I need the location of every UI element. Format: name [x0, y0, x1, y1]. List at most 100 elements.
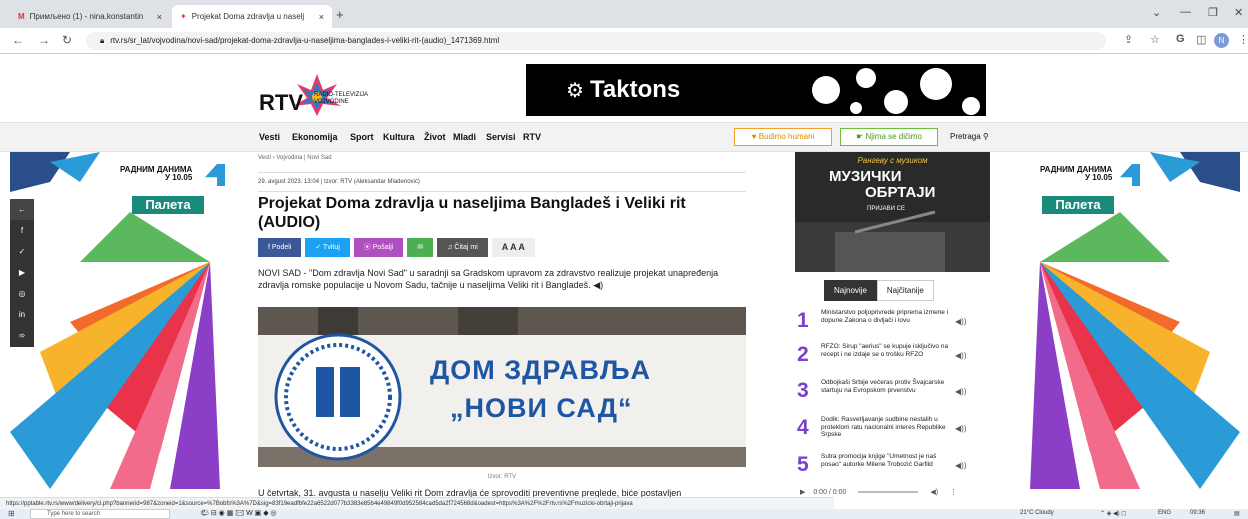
banner-main1: МУЗИЧКИ [829, 168, 902, 185]
menu-item-mladi[interactable]: Mladi [453, 132, 476, 142]
gmail-icon: M [18, 12, 25, 21]
youtube-icon[interactable]: ▶ [10, 262, 34, 283]
menu-item-servisi[interactable]: Servisi [486, 132, 516, 142]
facebook-icon[interactable]: f [10, 220, 34, 241]
notification-icon[interactable]: ▤ [1234, 510, 1240, 517]
listen-button[interactable]: ♫ Čitaj mi [437, 238, 488, 257]
share-icon[interactable]: ⇪ [1124, 33, 1133, 46]
news-title[interactable]: RFZO: Sirup "aerius" se kupuje isključiv… [821, 343, 949, 358]
news-item[interactable]: 4 Dodik: Rasvetljavanje sudbine nestalih… [795, 416, 990, 448]
speaker-icon[interactable]: ◀) [593, 280, 603, 290]
rtv-favicon-icon: ✦ [180, 12, 187, 21]
right-side-ad[interactable]: РАДНИМ ДАНИМА У 10.05 Палета [1010, 152, 1240, 489]
profile-avatar[interactable]: N [1214, 33, 1229, 48]
bookmark-star-icon[interactable]: ☆ [1150, 33, 1160, 46]
article: Vesti › Vojvodina | Novi Sad 29. avgust … [258, 152, 748, 492]
news-title[interactable]: Dodik: Rasvetljavanje sudbine nestalih u… [821, 416, 949, 439]
arrow-left-icon[interactable]: ← [10, 199, 34, 220]
article-title: Projekat Doma zdravlja u naseljima Bangl… [258, 195, 686, 231]
weather-status[interactable]: 21°C Cloudy [1020, 510, 1054, 516]
menu-kebab-icon[interactable]: ⋮ [1238, 33, 1248, 46]
close-window-button[interactable]: ✕ [1234, 6, 1243, 19]
language-indicator[interactable]: ENG [1158, 510, 1171, 516]
banner-cta[interactable]: ПРИЈАВИ СЕ [867, 206, 905, 212]
news-title[interactable]: Sutra promocija knjige "Umetnost je naš … [821, 453, 949, 468]
font-size-controls[interactable]: A A A [491, 238, 535, 257]
tab-najcitanije[interactable]: Najčitanije [876, 280, 934, 301]
search-link[interactable]: Pretraga ⚲ [950, 132, 989, 141]
budimo-humani-button[interactable]: ♥ Budimo humani [734, 128, 832, 146]
menu-item-ekonomija[interactable]: Ekonomija [292, 132, 338, 142]
windows-taskbar: ⊞ Type here to search 🌤 ⊟ ◉ ▦ ✉ W ▣ ◆ ◎ … [0, 509, 1248, 519]
taktons-banner-ad[interactable]: ⚙ Taktons [526, 64, 986, 116]
radnim-danima-label: РАДНИМ ДАНИМА У 10.05 [120, 165, 193, 182]
speaker-icon[interactable]: ◀)) [955, 461, 966, 470]
speaker-icon[interactable]: ◀)) [955, 387, 966, 396]
instagram-icon[interactable]: ◎ [10, 283, 34, 304]
left-side-ad[interactable]: РАДНИМ ДАНИМА У 10.05 Палета [10, 152, 235, 489]
share-bar: f Podeli ✓ Tvituj ⦿ Pošalji ✉ ♫ Čitaj mi… [258, 238, 535, 257]
reload-icon[interactable]: ↻ [62, 33, 72, 47]
menu-item-rtv[interactable]: RTV [523, 132, 541, 142]
news-number: 5 [797, 453, 809, 476]
article-meta: 29. avgust 2023. 13:04 | Izvor: RTV (Ale… [258, 172, 746, 192]
article-photo[interactable]: ДОМ ЗДРАВЉА „НОВИ САД“ [258, 307, 746, 467]
player-menu-icon[interactable]: ⋮ [950, 489, 957, 496]
windows-start-icon[interactable]: ⊞ [8, 509, 15, 518]
njima-se-dicimo-button[interactable]: ☛ Njima se dičimo [840, 128, 938, 146]
photo-sign-line1: ДОМ ЗДРАВЉА [430, 355, 652, 385]
speaker-icon[interactable]: ◀)) [955, 351, 966, 360]
menu-item-sport[interactable]: Sport [350, 132, 374, 142]
news-title[interactable]: Ministarstvo poljoprivrede priprema izme… [821, 309, 949, 324]
taskbar-search[interactable]: Type here to search [30, 509, 170, 519]
sidepanel-icon[interactable]: ◫ [1196, 33, 1206, 46]
email-button[interactable]: ✉ [407, 238, 434, 257]
rtv-logo-text: RTV [259, 90, 303, 115]
tweet-button[interactable]: ✓ Tvituj [305, 238, 350, 257]
rtv-logo[interactable]: RTV RADIO-TELEVIZIJA VOJVODINE [259, 72, 429, 118]
menu-item-zivot[interactable]: Život [424, 132, 446, 142]
google-icon[interactable]: G [1176, 33, 1185, 45]
taktons-logo-icon: ⚙ [566, 80, 584, 102]
news-item[interactable]: 1 Ministarstvo poljoprivrede priprema iz… [795, 309, 990, 341]
play-icon[interactable]: ▶ [800, 489, 805, 496]
news-title[interactable]: Odbojkaši Srbije večeras protiv Švajcars… [821, 379, 949, 394]
forward-icon[interactable]: → [38, 33, 50, 47]
web-page: RTV RADIO-TELEVIZIJA VOJVODINE ⚙ Taktons … [0, 54, 1248, 491]
news-number: 4 [797, 416, 809, 439]
clock[interactable]: 09:36 [1190, 510, 1205, 516]
menu-item-vesti[interactable]: Vesti [259, 132, 280, 142]
tab-gmail[interactable]: M Примљено (1) - nina.konstantin × [10, 5, 170, 28]
url-text: rtv.rs/sr_lat/vojvodina/novi-sad/projeka… [110, 36, 500, 45]
breadcrumb[interactable]: Vesti › Vojvodina | Novi Sad [258, 155, 332, 161]
minimize-button[interactable]: — [1180, 6, 1191, 18]
speaker-icon[interactable]: ◀)) [955, 317, 966, 326]
player-progress[interactable] [858, 491, 919, 494]
muzicki-obrtaji-banner[interactable]: Рангеву с музиком МУЗИЧКИ ОБРТАЈИ ПРИЈАВ… [795, 152, 990, 272]
tab-najnovije[interactable]: Najnovije [824, 280, 877, 301]
news-item[interactable]: 3 Odbojkaši Srbije večeras protiv Švajca… [795, 379, 990, 411]
taskbar-apps-icon[interactable]: 🌤 ⊟ ◉ ▦ ✉ W ▣ ◆ ◎ [200, 509, 277, 517]
facebook-share-button[interactable]: f Podeli [258, 238, 302, 257]
rss-icon[interactable]: ➾ [10, 325, 34, 346]
close-tab-icon[interactable]: × [319, 12, 324, 22]
news-item[interactable]: 5 Sutra promocija knjige "Umetnost je na… [795, 453, 990, 485]
back-icon[interactable]: ← [12, 33, 24, 47]
volume-icon[interactable]: ◀) [930, 489, 938, 496]
twitter-icon[interactable]: ✓ [10, 241, 34, 262]
radnim-danima-label: РАДНИМ ДАНИМА У 10.05 [1040, 165, 1113, 182]
paleta-label: Палета [1042, 196, 1114, 214]
restore-button[interactable]: ❐ [1208, 6, 1218, 19]
new-tab-button[interactable]: + [336, 7, 344, 22]
close-tab-icon[interactable]: × [157, 12, 162, 22]
url-field[interactable]: 🔒︎ rtv.rs/sr_lat/vojvodina/novi-sad/proje… [86, 32, 1106, 50]
speaker-icon[interactable]: ◀)) [955, 424, 966, 433]
menu-item-kultura[interactable]: Kultura [383, 132, 415, 142]
send-button[interactable]: ⦿ Pošalji [353, 238, 404, 257]
tab-search-icon[interactable]: ⌄ [1152, 6, 1161, 19]
lock-icon: 🔒︎ [100, 36, 105, 45]
tray-icons[interactable]: ⌃ ◈ ◀) ◻ [1100, 510, 1126, 517]
tab-article[interactable]: ✦ Projekat Doma zdravlja u naselj × [172, 5, 332, 28]
news-item[interactable]: 2 RFZO: Sirup "aerius" se kupuje isključ… [795, 343, 990, 375]
linkedin-icon[interactable]: in [10, 304, 34, 325]
